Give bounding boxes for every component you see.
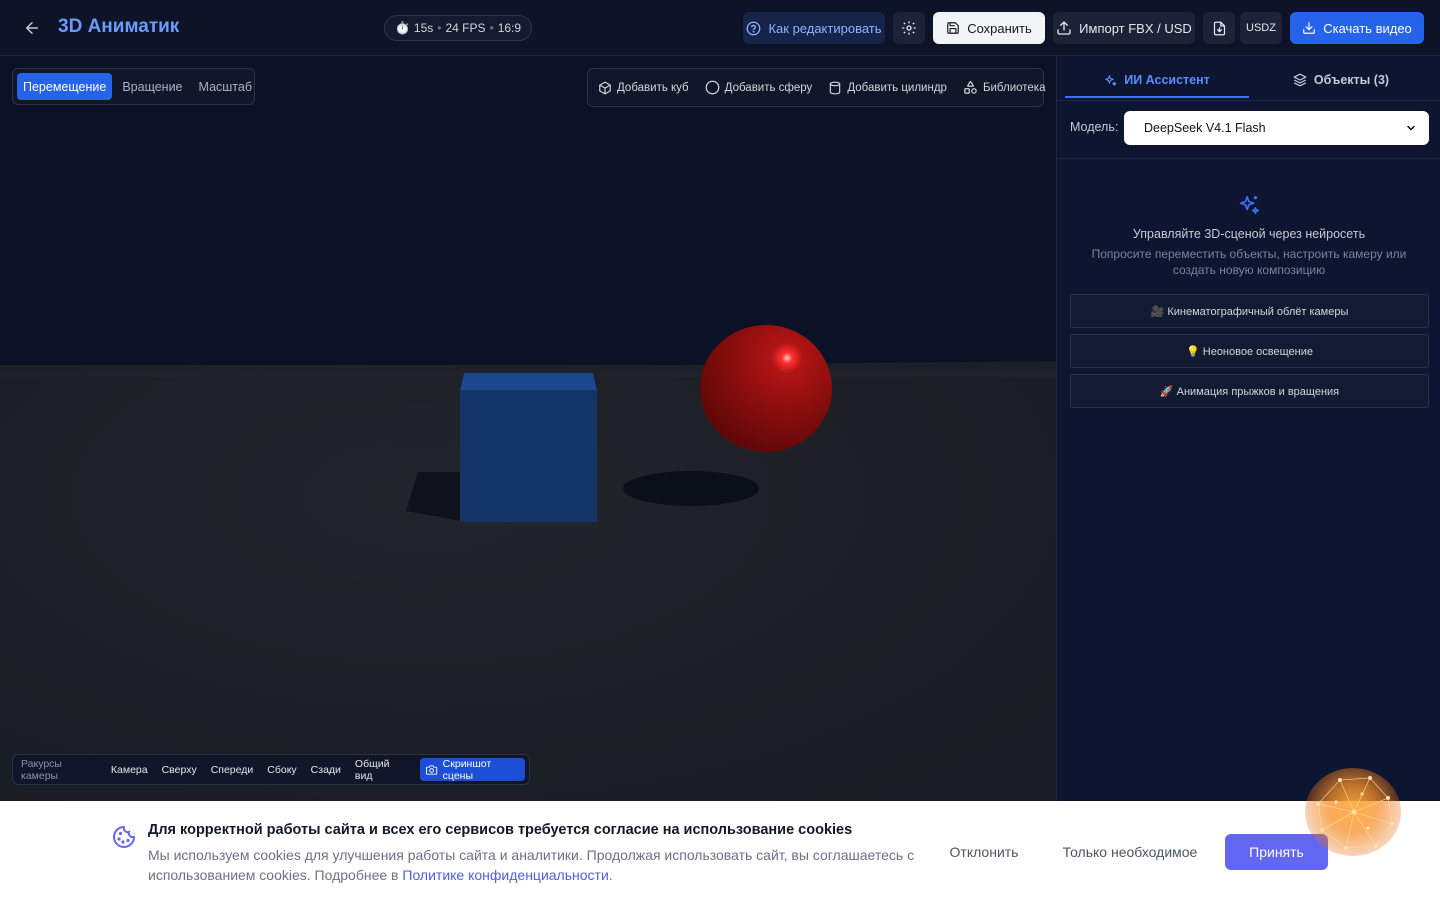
settings-button[interactable] — [893, 12, 925, 44]
import-label: Импорт FBX / USD — [1079, 20, 1192, 36]
camera-view-side[interactable]: Сбоку — [267, 764, 296, 776]
model-select-value: DeepSeek V4.1 Flash — [1144, 121, 1266, 135]
save-icon — [947, 22, 960, 34]
add-object-toolbar: Добавить куб Добавить сферу Добавить цил… — [587, 68, 1046, 107]
add-cylinder-label: Добавить цилиндр — [847, 81, 947, 94]
cube-icon — [599, 81, 611, 94]
orb-network-icon — [1316, 776, 1394, 850]
tab-ai-assistant[interactable]: ИИ Ассистент — [1065, 64, 1249, 98]
help-circle-icon — [747, 21, 761, 35]
add-cube-button[interactable]: Добавить куб — [598, 81, 689, 95]
scene-sphere[interactable] — [700, 325, 832, 452]
export-file-button[interactable] — [1203, 12, 1235, 44]
import-button[interactable]: Импорт FBX / USD — [1053, 12, 1195, 44]
camera-view-camera[interactable]: Камера — [111, 764, 148, 776]
model-label: Модель: — [1070, 120, 1119, 134]
file-download-icon — [1213, 21, 1225, 35]
sparkles-icon — [1105, 74, 1117, 86]
download-video-label: Скачать видео — [1323, 20, 1412, 36]
model-select[interactable]: DeepSeek V4.1 Flash — [1124, 111, 1429, 145]
top-bar: 3D Аниматик ⏱️ 15s • 24 FPS • 16:9 Как р… — [0, 0, 1440, 56]
suggestion-jump-rotate-animation[interactable]: 🚀 Анимация прыжков и вращения — [1070, 374, 1429, 408]
tab-objects[interactable]: Объекты (3) — [1249, 64, 1433, 98]
side-panel: ИИ Ассистент Объекты (3) Модель: DeepSee… — [1056, 56, 1440, 801]
add-sphere-button[interactable]: Добавить сферу — [705, 80, 813, 95]
save-button[interactable]: Сохранить — [933, 12, 1045, 44]
tab-objects-label: Объекты (3) — [1313, 73, 1390, 87]
camera-views-label: Ракурсы камеры — [21, 757, 62, 782]
scene-cube[interactable] — [460, 390, 597, 522]
model-divider — [1057, 158, 1440, 159]
privacy-policy-link[interactable]: Политике конфиденциальности — [402, 867, 608, 883]
camera-icon — [426, 764, 438, 775]
library-button[interactable]: Библиотека — [963, 80, 1046, 95]
arrow-left-icon — [26, 22, 38, 34]
sparkles-icon — [1239, 195, 1259, 215]
mode-move-button[interactable]: Перемещение — [17, 73, 113, 100]
how-to-edit-label: Как редактировать — [768, 20, 882, 36]
transform-mode-group: Перемещение Вращение Масштаб — [12, 68, 255, 105]
download-icon — [1303, 22, 1316, 34]
cookie-title: Для корректной работы сайта и всех его с… — [148, 822, 853, 838]
suggestion-camera-flyover[interactable]: 🎥 Кинематографичный облёт камеры — [1070, 294, 1429, 328]
shapes-icon — [964, 80, 977, 94]
assistant-intro-subtitle: Попросите переместить объекты, настроить… — [1091, 247, 1407, 277]
sphere-shadow — [623, 471, 759, 506]
save-label: Сохранить — [967, 20, 1032, 36]
tabs-divider — [1057, 100, 1440, 101]
duration-value: 15s — [413, 21, 434, 35]
scene-screenshot-label: Скриншот сцены — [442, 757, 492, 782]
camera-view-top[interactable]: Сверху — [162, 764, 197, 776]
add-sphere-label: Добавить сферу — [724, 81, 813, 94]
camera-view-back[interactable]: Сзади — [311, 764, 341, 776]
cookie-banner: Для корректной работы сайта и всех его с… — [0, 801, 1440, 900]
stopwatch-icon: ⏱️ — [394, 21, 410, 35]
meta-separator: • — [489, 21, 494, 35]
download-video-button[interactable]: Скачать видео — [1290, 12, 1424, 44]
aspect-value: 16:9 — [497, 21, 522, 35]
cylinder-icon — [830, 81, 841, 94]
cookie-icon — [113, 826, 136, 848]
back-button[interactable] — [20, 16, 44, 40]
add-cube-label: Добавить куб — [617, 81, 689, 94]
cookie-decline-button[interactable]: Отклонить — [940, 841, 1028, 863]
cookie-text-suffix: . — [608, 867, 613, 883]
cookie-text: Мы используем cookies для улучшения рабо… — [148, 845, 928, 885]
fps-value: 24 FPS — [445, 21, 486, 35]
cookie-necessary-only-button[interactable]: Только необходимое — [1055, 841, 1205, 863]
circle-icon — [705, 80, 720, 95]
layers-icon — [1293, 73, 1307, 87]
mode-rotate-button[interactable]: Вращение — [116, 73, 188, 100]
upload-icon — [1057, 21, 1071, 35]
how-to-edit-button[interactable]: Как редактировать — [743, 12, 885, 44]
app-title: 3D Аниматик — [58, 16, 180, 37]
gear-icon — [902, 21, 916, 35]
meta-separator: • — [437, 21, 442, 35]
camera-views-bar: Ракурсы камеры Камера Сверху Спереди Сбо… — [12, 754, 530, 785]
camera-view-overview[interactable]: Общий вид — [355, 758, 407, 782]
scene-screenshot-button[interactable]: Скриншот сцены — [420, 757, 525, 782]
chevron-down-icon — [1407, 125, 1415, 131]
panel-tabs: ИИ Ассистент Объекты (3) — [1065, 64, 1433, 98]
add-cylinder-button[interactable]: Добавить цилиндр — [828, 81, 947, 95]
scene-cube-top[interactable] — [460, 373, 597, 391]
project-meta-pill: ⏱️ 15s • 24 FPS • 16:9 — [384, 15, 532, 41]
tab-ai-assistant-label: ИИ Ассистент — [1124, 73, 1210, 87]
scene-viewport[interactable]: Перемещение Вращение Масштаб Добавить ку… — [0, 56, 1056, 801]
assistant-intro-title: Управляйте 3D-сценой через нейросеть — [1132, 227, 1366, 241]
camera-view-front[interactable]: Спереди — [211, 764, 254, 776]
usdz-button[interactable]: USDZ — [1240, 12, 1282, 44]
library-label: Библиотека — [982, 81, 1046, 94]
suggestion-neon-lighting[interactable]: 💡 Неоновое освещение — [1070, 334, 1429, 368]
mode-scale-button[interactable]: Масштаб — [193, 73, 258, 100]
